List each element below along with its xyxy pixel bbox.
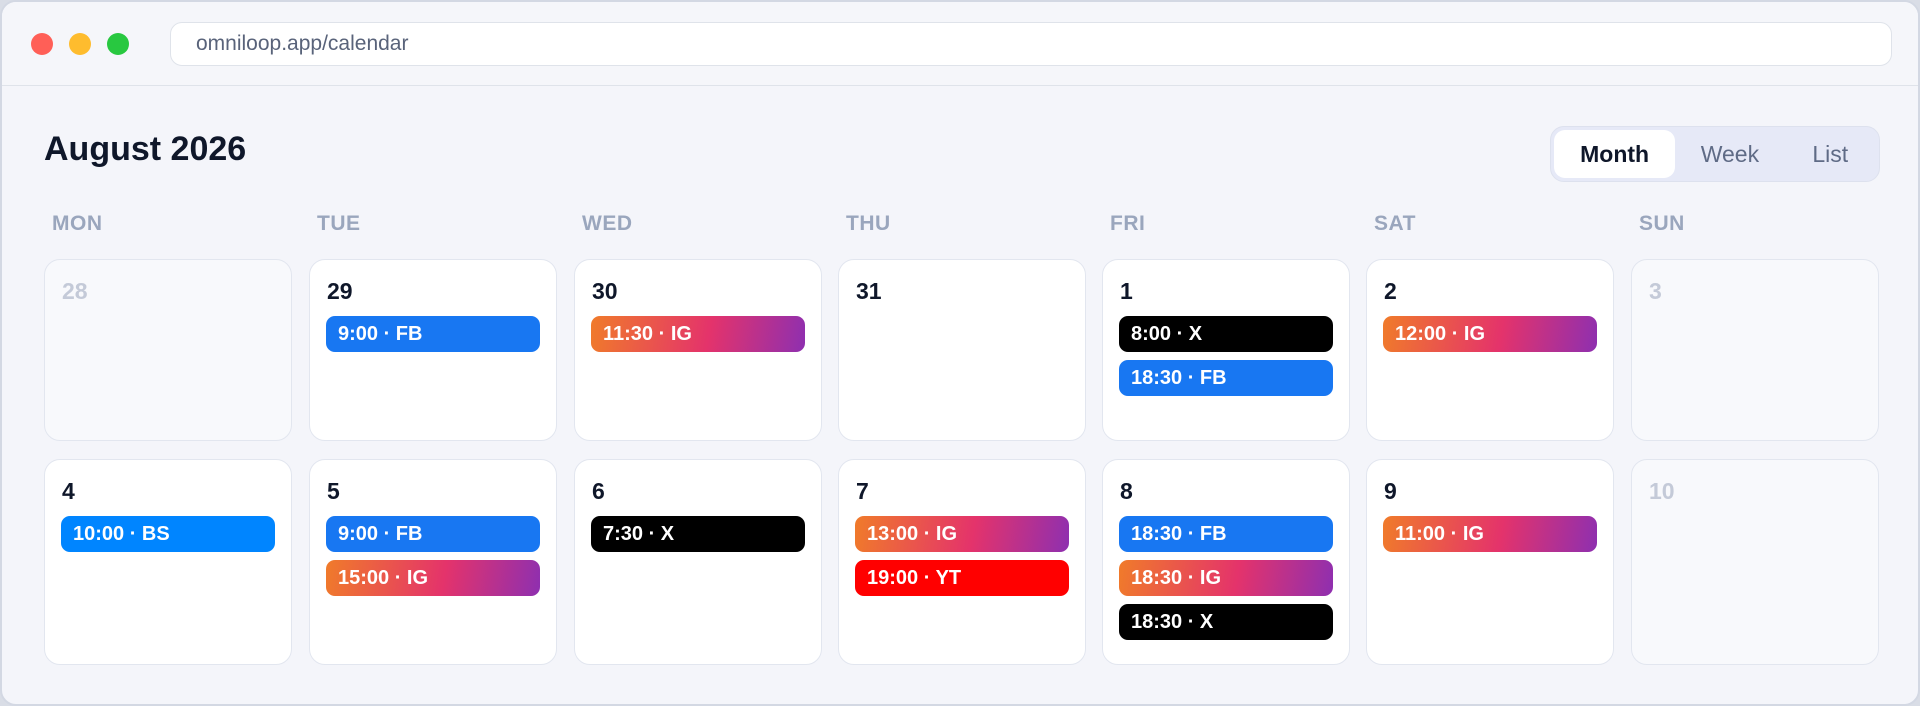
calendar-day-cell[interactable]: 9 11:00 · IG	[1366, 459, 1614, 665]
scheduled-post-fb[interactable]: 9:00 · FB	[326, 516, 540, 552]
day-number: 1	[1120, 278, 1133, 304]
view-week-button[interactable]: Week	[1675, 130, 1784, 178]
calendar-day-cell[interactable]: 1 8:00 · X 18:30 · FB	[1102, 259, 1350, 441]
day-number: 7	[856, 478, 869, 504]
day-number: 9	[1384, 478, 1397, 504]
page-title: August 2026	[44, 130, 247, 168]
scheduled-post-ig[interactable]: 11:00 · IG	[1383, 516, 1597, 552]
weekday-label: THU	[846, 212, 891, 235]
scheduled-post-fb[interactable]: 18:30 · FB	[1119, 360, 1333, 396]
calendar-day-cell[interactable]: 7 13:00 · IG 19:00 · YT	[838, 459, 1086, 665]
scheduled-post-bs[interactable]: 10:00 · BS	[61, 516, 275, 552]
address-bar[interactable]: omniloop.app/calendar	[170, 22, 1892, 66]
scheduled-post-x[interactable]: 18:30 · X	[1119, 604, 1333, 640]
weekday-label: SAT	[1374, 212, 1416, 235]
scheduled-post-fb[interactable]: 9:00 · FB	[326, 316, 540, 352]
calendar-day-cell[interactable]: 29 9:00 · FB	[309, 259, 557, 441]
weekday-label: FRI	[1110, 212, 1146, 235]
weekday-label: SUN	[1639, 212, 1685, 235]
view-toggle: Month Week List	[1550, 126, 1880, 182]
day-number: 8	[1120, 478, 1133, 504]
scheduled-post-fb[interactable]: 18:30 · FB	[1119, 516, 1333, 552]
calendar-day-cell[interactable]: 2 12:00 · IG	[1366, 259, 1614, 441]
scheduled-post-ig[interactable]: 11:30 · IG	[591, 316, 805, 352]
day-number: 6	[592, 478, 605, 504]
scheduled-post-ig[interactable]: 13:00 · IG	[855, 516, 1069, 552]
day-number: 10	[1649, 478, 1675, 504]
browser-window: omniloop.app/calendar August 2026 Month …	[0, 0, 1920, 706]
calendar-day-cell[interactable]: 10	[1631, 459, 1879, 665]
weekday-header: MON TUE WED THU FRI SAT SUN	[44, 212, 1880, 242]
address-bar-url: omniloop.app/calendar	[196, 32, 409, 55]
day-number: 29	[327, 278, 353, 304]
day-number: 28	[62, 278, 88, 304]
minimize-window-button[interactable]	[69, 32, 91, 55]
weekday-label: MON	[52, 212, 103, 235]
calendar-day-cell[interactable]: 30 11:30 · IG	[574, 259, 822, 441]
weekday-label: WED	[582, 212, 633, 235]
day-number: 3	[1649, 278, 1662, 304]
scheduled-post-ig[interactable]: 12:00 · IG	[1383, 316, 1597, 352]
calendar-day-cell[interactable]: 31	[838, 259, 1086, 441]
close-window-button[interactable]	[31, 32, 53, 55]
scheduled-post-yt[interactable]: 19:00 · YT	[855, 560, 1069, 596]
day-number: 2	[1384, 278, 1397, 304]
scheduled-post-ig[interactable]: 15:00 · IG	[326, 560, 540, 596]
day-number: 30	[592, 278, 618, 304]
calendar-day-cell[interactable]: 8 18:30 · FB 18:30 · IG 18:30 · X	[1102, 459, 1350, 665]
weekday-label: TUE	[317, 212, 361, 235]
calendar-day-cell[interactable]: 6 7:30 · X	[574, 459, 822, 665]
calendar-day-cell[interactable]: 5 9:00 · FB 15:00 · IG	[309, 459, 557, 665]
view-month-button[interactable]: Month	[1554, 130, 1676, 178]
scheduled-post-x[interactable]: 7:30 · X	[591, 516, 805, 552]
calendar-day-cell[interactable]: 28	[44, 259, 292, 441]
day-number: 4	[62, 478, 75, 504]
calendar-day-cell[interactable]: 3	[1631, 259, 1879, 441]
day-number: 31	[856, 278, 882, 304]
scheduled-post-ig[interactable]: 18:30 · IG	[1119, 560, 1333, 596]
scheduled-post-x[interactable]: 8:00 · X	[1119, 316, 1333, 352]
view-list-button[interactable]: List	[1785, 130, 1876, 178]
calendar-day-cell[interactable]: 4 10:00 · BS	[44, 459, 292, 665]
maximize-window-button[interactable]	[107, 32, 129, 55]
day-number: 5	[327, 478, 340, 504]
